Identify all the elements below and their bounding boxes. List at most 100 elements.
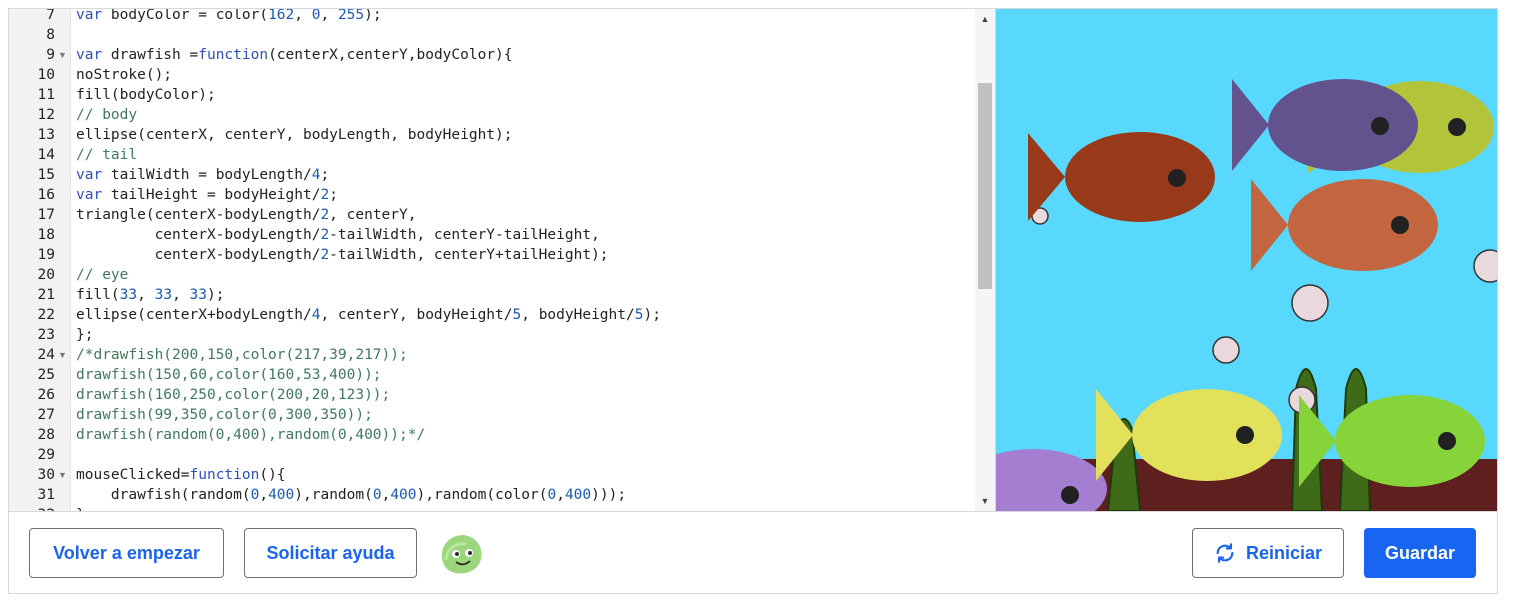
code-line[interactable]: 11 fill(bodyColor); — [9, 85, 975, 105]
fish-body — [1065, 132, 1215, 222]
code-text[interactable]: ellipse(centerX, centerY, bodyLength, bo… — [76, 125, 513, 145]
code-line[interactable]: 31 drawfish(random(0,400),random(0,400),… — [9, 485, 975, 505]
line-number: 30 — [37, 467, 55, 483]
code-text[interactable]: mouseClicked=function(){ — [76, 465, 286, 485]
line-number: 26 — [37, 387, 55, 403]
code-line[interactable]: 19 centerX-bodyLength/2-tailWidth, cente… — [9, 245, 975, 265]
fish-eye — [1448, 118, 1466, 136]
code-line[interactable]: 26 drawfish(160,250,color(200,20,123)); — [9, 385, 975, 405]
code-line[interactable]: 12 // body — [9, 105, 975, 125]
code-text[interactable]: drawfish(random(0,400),random(0,400),ran… — [76, 485, 626, 505]
code-text[interactable]: var drawfish =function(centerX,centerY,b… — [76, 45, 513, 65]
line-number: 8 — [46, 27, 55, 43]
line-number: 21 — [37, 287, 55, 303]
code-text[interactable]: drawfish(99,350,color(0,300,350)); — [76, 405, 373, 425]
code-text[interactable]: ellipse(centerX+bodyLength/4, centerY, b… — [76, 305, 661, 325]
line-number: 17 — [37, 207, 55, 223]
fold-arrow-icon[interactable]: ▼ — [58, 345, 67, 365]
code-line[interactable]: 21 fill(33, 33, 33); — [9, 285, 975, 305]
code-text[interactable]: var tailHeight = bodyHeight/2; — [76, 185, 338, 205]
code-line[interactable]: 22 ellipse(centerX+bodyLength/4, centerY,… — [9, 305, 975, 325]
code-line[interactable]: 9 ▼ var drawfish =function(centerX,centerY… — [9, 45, 975, 65]
get-help-button[interactable]: Solicitar ayuda — [244, 528, 417, 578]
code-text[interactable]: drawfish(160,250,color(200,20,123)); — [76, 385, 390, 405]
code-line[interactable]: 30 ▼ mouseClicked=function(){ — [9, 465, 975, 485]
code-line[interactable]: 29 — [9, 445, 975, 465]
code-text[interactable]: fill(bodyColor); — [76, 85, 216, 105]
scroll-down-icon[interactable]: ▼ — [975, 493, 995, 509]
save-button[interactable]: Guardar — [1364, 528, 1476, 578]
fish-body — [996, 449, 1107, 511]
code-text[interactable]: var bodyColor = color(162, 0, 255); — [76, 9, 382, 25]
fish-eye — [1061, 486, 1079, 504]
code-text[interactable]: // eye — [76, 265, 128, 285]
fish-body — [1132, 389, 1282, 481]
fish-eye — [1371, 117, 1389, 135]
fold-arrow-icon[interactable]: ▼ — [58, 465, 67, 485]
action-bar: Volver a empezar Solicitar ayuda Reinici… — [9, 511, 1497, 593]
line-number: 23 — [37, 327, 55, 343]
line-number: 29 — [37, 447, 55, 463]
line-number: 10 — [37, 67, 55, 83]
code-text[interactable]: /*drawfish(200,150,color(217,39,217)); — [76, 345, 408, 365]
code-line[interactable]: 10 noStroke(); — [9, 65, 975, 85]
code-line[interactable]: 20 // eye — [9, 265, 975, 285]
code-editor[interactable]: 7 var bodyColor = color(162, 0, 255); 8 9 ▼ v… — [9, 9, 996, 511]
scroll-up-icon[interactable]: ▲ — [975, 11, 995, 27]
line-number: 24 — [37, 347, 55, 363]
code-line[interactable]: 15 var tailWidth = bodyLength/4; — [9, 165, 975, 185]
restart-button[interactable]: Reiniciar — [1192, 528, 1344, 578]
bubble — [1291, 284, 1329, 322]
code-text[interactable]: triangle(centerX-bodyLength/2, centerY, — [76, 205, 416, 225]
code-text[interactable]: drawfish(150,60,color(160,53,400)); — [76, 365, 382, 385]
code-line[interactable]: 25 drawfish(150,60,color(160,53,400)); — [9, 365, 975, 385]
code-line[interactable]: 13 ellipse(centerX, centerY, bodyLength, … — [9, 125, 975, 145]
fish-body — [1268, 79, 1418, 171]
line-number: 19 — [37, 247, 55, 263]
code-lines[interactable]: 7 var bodyColor = color(162, 0, 255); 8 9 ▼ v… — [9, 9, 975, 511]
line-number: 22 — [37, 307, 55, 323]
code-line[interactable]: 14 // tail — [9, 145, 975, 165]
code-line[interactable]: 16 var tailHeight = bodyHeight/2; — [9, 185, 975, 205]
line-number: 9 — [46, 47, 55, 63]
scrollbar-thumb[interactable] — [978, 83, 992, 289]
code-text[interactable]: var tailWidth = bodyLength/4; — [76, 165, 329, 185]
code-line[interactable]: 8 — [9, 25, 975, 45]
code-text[interactable]: drawfish(random(0,400),random(0,400));*/ — [76, 425, 425, 445]
editor-scrollbar[interactable]: ▲ ▼ — [975, 9, 995, 511]
restart-label: Reiniciar — [1245, 542, 1323, 563]
program-output-canvas[interactable] — [996, 9, 1497, 511]
code-line[interactable]: 18 centerX-bodyLength/2-tailWidth, cente… — [9, 225, 975, 245]
program-workspace: 7 var bodyColor = color(162, 0, 255); 8 9 ▼ v… — [8, 8, 1498, 594]
line-number: 31 — [37, 487, 55, 503]
code-text[interactable]: centerX-bodyLength/2-tailWidth, centerY-… — [76, 225, 600, 245]
fish-body — [1335, 395, 1485, 487]
code-text[interactable]: centerX-bodyLength/2-tailWidth, centerY+… — [76, 245, 609, 265]
start-over-button[interactable]: Volver a empezar — [29, 528, 224, 578]
code-line[interactable]: 23}; — [9, 325, 975, 345]
fish-eye — [1168, 169, 1186, 187]
line-number: 14 — [37, 147, 55, 163]
refresh-icon — [1214, 542, 1236, 564]
fold-arrow-icon[interactable]: ▼ — [58, 45, 67, 65]
code-line[interactable]: 17 triangle(centerX-bodyLength/2, centerY… — [9, 205, 975, 225]
code-line[interactable]: 27 drawfish(99,350,color(0,300,350)); — [9, 405, 975, 425]
line-number: 13 — [37, 127, 55, 143]
fish-body — [1288, 179, 1438, 271]
code-text[interactable]: // body — [76, 105, 137, 125]
code-line[interactable]: 28 drawfish(random(0,400),random(0,400));… — [9, 425, 975, 445]
fish-eye — [1391, 216, 1409, 234]
line-number: 11 — [37, 87, 55, 103]
avatar-icon — [441, 535, 482, 574]
code-text[interactable]: noStroke(); — [76, 65, 172, 85]
code-line[interactable]: 24 ▼ /*drawfish(200,150,color(217,39,217))… — [9, 345, 975, 365]
fish-tail — [1251, 179, 1288, 271]
code-line[interactable]: 7 var bodyColor = color(162, 0, 255); — [9, 9, 975, 25]
bubble — [1473, 249, 1497, 283]
line-number: 18 — [37, 227, 55, 243]
code-text[interactable]: // tail — [76, 145, 137, 165]
bubble — [1212, 336, 1240, 364]
code-text[interactable]: }; — [76, 325, 93, 345]
line-number: 7 — [46, 9, 55, 23]
code-text[interactable]: fill(33, 33, 33); — [76, 285, 224, 305]
